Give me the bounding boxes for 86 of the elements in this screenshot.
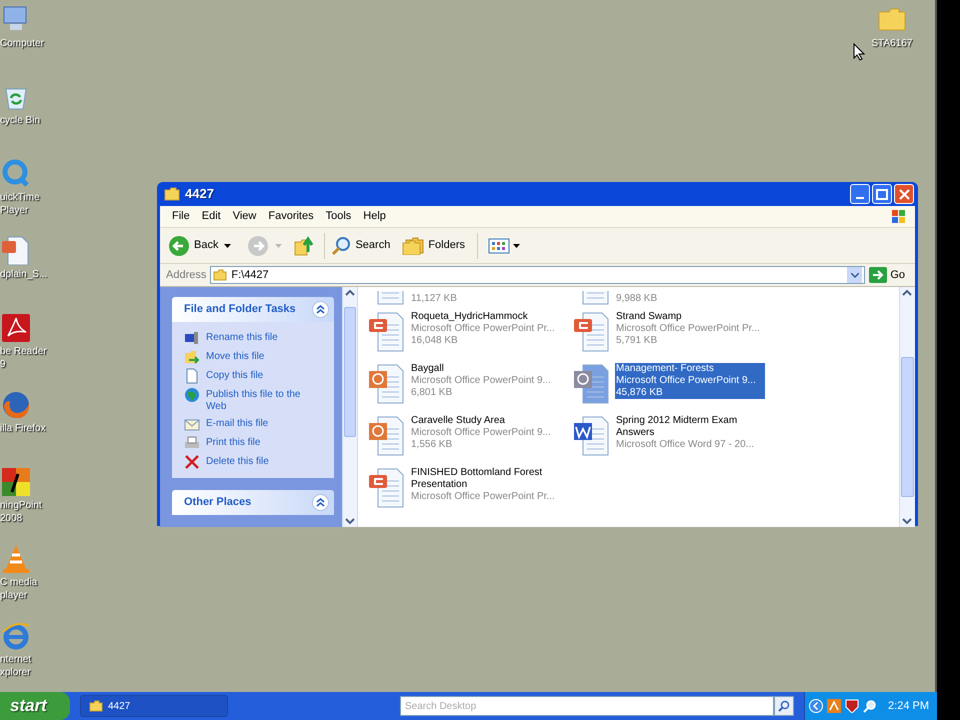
presentation-file-icon[interactable]: [573, 311, 609, 353]
dropdown-caret-icon: [275, 244, 282, 248]
address-label: Address: [166, 268, 206, 283]
file-item-label[interactable]: Baygall Microsoft Office PowerPoint 9... 6,801 KB: [410, 363, 560, 399]
minimize-button[interactable]: [850, 184, 870, 204]
start-button[interactable]: start: [0, 692, 70, 720]
folder-icon: [89, 700, 103, 712]
scrollbar-thumb[interactable]: [344, 307, 356, 437]
presentation-file-icon[interactable]: [0, 235, 30, 265]
search-button[interactable]: [774, 696, 794, 716]
word-document-icon[interactable]: [573, 415, 609, 457]
clock: 2:24 PM: [888, 698, 929, 714]
menu-item[interactable]: Tools: [320, 208, 358, 225]
search-field[interactable]: Search Desktop: [400, 696, 774, 716]
tray-icon[interactable]: [827, 699, 841, 713]
panel-title: File and Folder Tasks: [184, 302, 296, 318]
task-link[interactable]: Copy this file: [206, 368, 264, 382]
task-link[interactable]: Publish this file to the Web: [206, 387, 322, 413]
file-item-label[interactable]: Spring 2012 Midterm Exam Answers Microsoft Office Word 97 - 20...: [615, 415, 765, 451]
maximize-button[interactable]: [872, 184, 892, 204]
file-item-label[interactable]: 9,988 KB: [615, 293, 765, 305]
shield-icon[interactable]: [845, 699, 859, 713]
minimize-icon: [856, 197, 864, 199]
file-item-label[interactable]: 11,127 KB: [410, 293, 560, 305]
file-item-label[interactable]: FINISHED Bottomland Forest Presentation Microsoft Office PowerPoint Pr...: [410, 467, 560, 503]
go-button[interactable]: Go: [869, 266, 905, 284]
caret-icon: [850, 272, 859, 278]
traffic-cone-icon[interactable]: [0, 543, 30, 573]
browser-e-icon[interactable]: [0, 620, 30, 650]
search-button[interactable]: Search: [331, 236, 390, 256]
folder-icon: [213, 269, 228, 281]
task-link[interactable]: Move this file: [206, 349, 264, 363]
menu-item[interactable]: File: [166, 208, 196, 225]
task-link[interactable]: Print this file: [206, 435, 260, 449]
close-button[interactable]: [894, 184, 914, 204]
slide-file-icon[interactable]: [573, 363, 609, 405]
folders-button[interactable]: Folders: [402, 236, 466, 254]
slide-file-icon[interactable]: [368, 363, 404, 405]
folders-icon: [402, 236, 424, 254]
collapse-button[interactable]: [312, 494, 329, 511]
maximize-icon: [876, 188, 888, 200]
back-button[interactable]: Back: [168, 234, 218, 256]
presentation-file-icon[interactable]: [368, 311, 404, 353]
task-link[interactable]: Delete this file: [206, 454, 269, 468]
double-chevron-icon: [316, 498, 325, 507]
window-title: 4427: [185, 185, 214, 204]
folder-up-arrow-icon: [294, 236, 314, 256]
pdf-icon[interactable]: [0, 312, 30, 342]
menu-item[interactable]: View: [226, 208, 262, 225]
search-icon: [778, 700, 790, 712]
panel-title: Other Places: [184, 495, 252, 510]
file-item-label[interactable]: Roqueta_HydricHammock Microsoft Office PowerPoint Pr... 16,048 KB: [410, 311, 560, 347]
collapse-button[interactable]: [312, 301, 329, 318]
slide-file-icon[interactable]: [368, 415, 404, 457]
print-task-icon: [184, 435, 200, 451]
dropdown-caret-icon: [224, 244, 232, 248]
views-button[interactable]: [488, 238, 520, 254]
scrollbar-thumb[interactable]: [901, 357, 914, 497]
magnifier-icon[interactable]: [863, 699, 877, 713]
file-item-label[interactable]: Strand Swamp Microsoft Office PowerPoint Pr... 5,791 KB: [615, 311, 765, 347]
publish-task-icon: [184, 387, 200, 403]
menu-item[interactable]: Edit: [196, 208, 227, 225]
squares-icon[interactable]: [0, 466, 30, 496]
task-link[interactable]: Rename this file: [206, 330, 278, 344]
file-item-label[interactable]: Management- Forests Microsoft Office PowerPoint 9... 45,876 KB: [615, 363, 765, 399]
delete-task-icon: [184, 454, 200, 470]
double-chevron-icon: [316, 305, 325, 314]
address-field[interactable]: F:\4427: [210, 266, 866, 284]
mouse-pointer-icon: [853, 43, 865, 61]
copy-task-icon: [184, 368, 200, 384]
file-item-label[interactable]: Caravelle Study Area Microsoft Office PowerPoint 9... 1,556 KB: [410, 415, 560, 451]
dropdown-caret-icon: [513, 244, 520, 248]
globe-fox-icon[interactable]: [0, 389, 30, 419]
menu-item[interactable]: Help: [357, 208, 392, 225]
presentation-file-icon[interactable]: [368, 467, 404, 509]
move-task-icon: [184, 349, 200, 365]
up-folder-button[interactable]: [294, 236, 314, 256]
taskbar-button[interactable]: 4427: [80, 695, 228, 717]
menu-item[interactable]: Favorites: [262, 208, 320, 225]
folder-icon: [164, 187, 180, 201]
task-link[interactable]: E-mail this file: [206, 416, 268, 430]
dropdown-button[interactable]: [847, 267, 862, 283]
close-icon: [898, 188, 910, 200]
rename-task-icon: [184, 330, 200, 346]
view-grid-icon: [488, 238, 510, 254]
magnifier-icon: [331, 236, 352, 256]
